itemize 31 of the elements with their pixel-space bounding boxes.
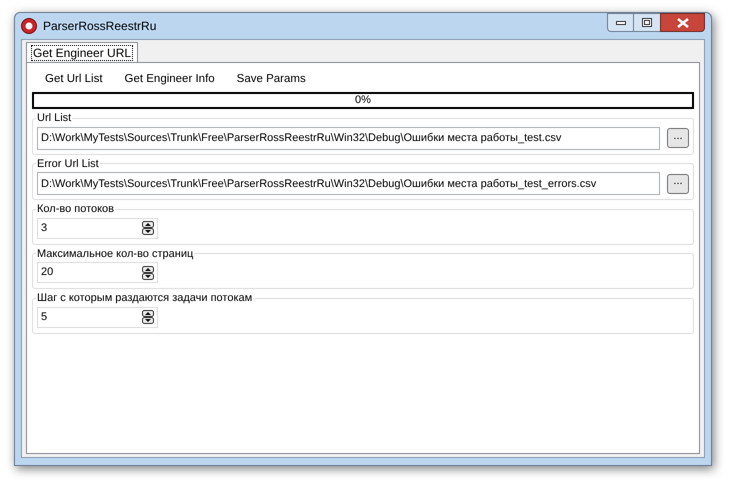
minimize-icon: [616, 20, 626, 24]
progress-reading: 0%: [355, 93, 371, 108]
spin-arrows-icon[interactable]: [142, 310, 154, 324]
maximize-button[interactable]: [634, 13, 660, 32]
number-field[interactable]: 20: [37, 262, 158, 283]
spin-arrows-icon[interactable]: [142, 266, 154, 280]
close-button[interactable]: [660, 13, 705, 32]
menu-item[interactable]: Get Url List: [45, 70, 103, 88]
maximize-icon: [642, 18, 652, 27]
group-label: Кол-во потоков: [36, 202, 116, 217]
path-field[interactable]: D:\Work\MyTests\Sources\Trunk\Free\ParserRossReestrRu\Win32\Debug\Ошибки места работы_test_errors.csv: [37, 172, 660, 195]
minimize-button[interactable]: [607, 13, 634, 32]
menu-item[interactable]: Get Engineer Info: [124, 70, 215, 88]
number-field[interactable]: 3: [37, 218, 158, 238]
browse-button[interactable]: ...: [667, 174, 689, 194]
spin-arrows-icon[interactable]: [142, 221, 154, 235]
window-title: ParserRossReestrRu: [43, 18, 156, 35]
group-label: Url List: [36, 111, 72, 126]
group-label: Шаг с которым раздаются задачи потокам: [36, 291, 254, 306]
group-label: Error Url List: [36, 156, 100, 172]
close-icon: [676, 18, 688, 28]
tab[interactable]: Get Engineer URL: [26, 42, 138, 62]
number-value: 20: [41, 265, 54, 280]
browse-button[interactable]: ...: [667, 128, 689, 148]
path-field[interactable]: D:\Work\MyTests\Sources\Trunk\Free\ParserRossReestrRu\Win32\Debug\Ошибки места работы_test.csv: [37, 126, 660, 150]
number-value: 3: [41, 220, 48, 236]
group-label: Максимальное кол-во страниц: [36, 246, 194, 262]
menu-item[interactable]: Save Params: [236, 70, 306, 88]
number-field[interactable]: 5: [37, 306, 158, 328]
app-icon: [21, 18, 37, 34]
number-value: 5: [41, 310, 48, 325]
